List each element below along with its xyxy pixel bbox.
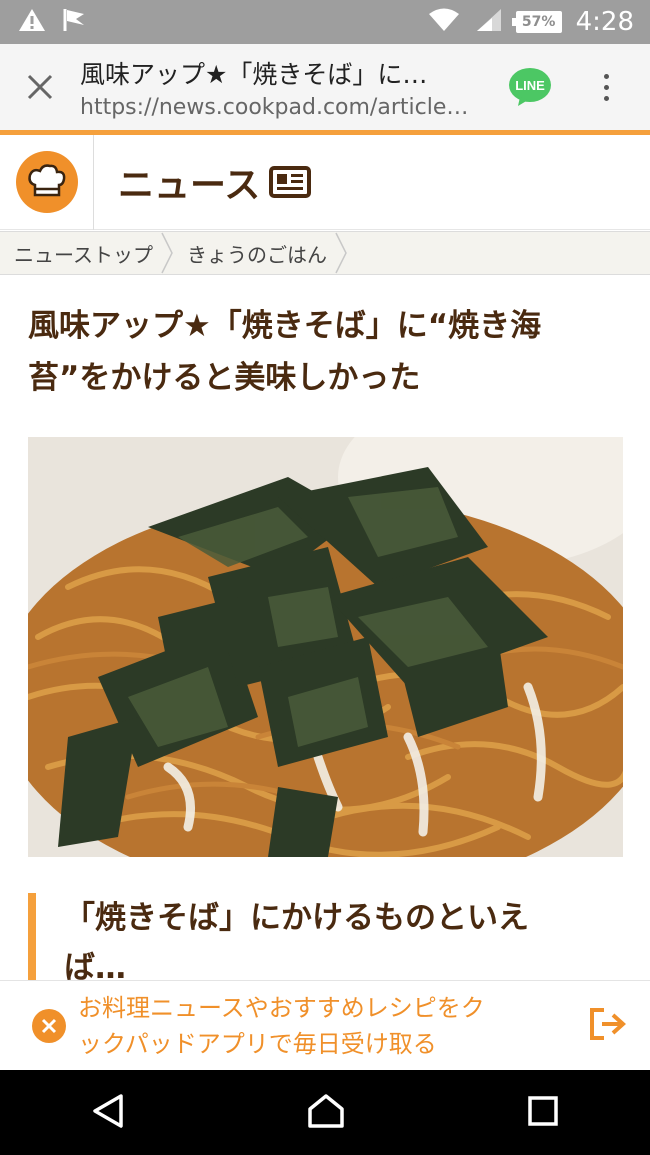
chef-hat-icon — [15, 151, 78, 213]
line-label: LINE — [515, 78, 545, 93]
line-icon: LINE — [509, 68, 551, 106]
url-text: https://news.cookpad.com/article… — [80, 94, 469, 120]
kebab-dot — [603, 73, 609, 79]
home-button[interactable] — [307, 1093, 345, 1133]
notification-flag-icon — [62, 7, 88, 37]
site-section-title[interactable]: ニュース — [118, 156, 312, 208]
recents-square-icon — [528, 1095, 558, 1126]
status-bar: 57% 4:28 — [0, 0, 650, 44]
logo-link[interactable] — [0, 134, 94, 230]
back-button[interactable] — [91, 1093, 125, 1133]
line-share-button[interactable]: LINE — [508, 67, 552, 107]
article-title-line1: 風味アップ★「焼きそば」に“焼き海 — [28, 308, 542, 344]
battery-icon: 57% — [511, 11, 562, 33]
section-title-text: ニュース — [118, 165, 261, 206]
back-triangle-icon — [93, 1093, 123, 1128]
site-header: ニュース — [0, 134, 650, 230]
page-title-text: 風味アップ★「焼きそば」に… — [80, 59, 428, 89]
close-icon — [27, 74, 53, 100]
home-icon — [308, 1093, 344, 1128]
browser-toolbar: 風味アップ★「焼きそば」に… https://news.cookpad.com/… — [0, 44, 650, 130]
chevron-right-icon — [335, 232, 347, 274]
banner-message[interactable]: お料理ニュースやおすすめレシピをク ックパッドアプリで毎日受け取る — [78, 990, 578, 1062]
breadcrumb-item-news-top[interactable]: ニューストップ — [0, 231, 173, 275]
recents-button[interactable] — [527, 1095, 559, 1131]
breadcrumb-item-todays-meal[interactable]: きょうのごはん — [173, 231, 347, 275]
article-photo — [28, 437, 623, 857]
open-app-button[interactable] — [588, 1006, 628, 1046]
warning-icon — [18, 7, 46, 37]
wifi-icon — [428, 7, 460, 37]
breadcrumb-label: きょうのごはん — [187, 242, 327, 267]
section-heading-line1: 「焼きそば」にかけるものといえ — [64, 900, 529, 936]
newspaper-icon — [269, 166, 312, 198]
exit-arrow-icon — [590, 1007, 626, 1040]
url-area[interactable]: 風味アップ★「焼きそば」に… https://news.cookpad.com/… — [80, 55, 508, 120]
breadcrumb: ニューストップ きょうのごはん — [0, 231, 650, 275]
banner-line1: お料理ニュースやおすすめレシピをク — [78, 993, 485, 1022]
banner-line2: ックパッドアプリで毎日受け取る — [78, 1029, 437, 1058]
chevron-right-icon — [161, 232, 173, 274]
section-heading: 「焼きそば」にかけるものといえ ば… — [28, 893, 623, 983]
kebab-dot — [603, 95, 609, 101]
section-heading-line2: ば… — [64, 950, 126, 983]
cell-signal-icon — [474, 7, 502, 37]
kebab-dot — [603, 84, 609, 90]
system-nav-bar — [0, 1070, 650, 1155]
close-tab-button[interactable] — [0, 73, 80, 101]
battery-percent: 57% — [521, 14, 556, 30]
close-icon — [41, 1018, 57, 1033]
overflow-menu-button[interactable] — [586, 73, 626, 101]
banner-close-button[interactable] — [32, 1008, 66, 1043]
app-promo-banner: お料理ニュースやおすすめレシピをク ックパッドアプリで毎日受け取る — [0, 980, 650, 1070]
clock: 4:28 — [575, 7, 634, 37]
article-title-line2: 苔”をかけると美味しかった — [28, 360, 421, 396]
article-title: 風味アップ★「焼きそば」に“焼き海 苔”をかけると美味しかった — [28, 300, 618, 404]
breadcrumb-label: ニューストップ — [14, 242, 153, 267]
